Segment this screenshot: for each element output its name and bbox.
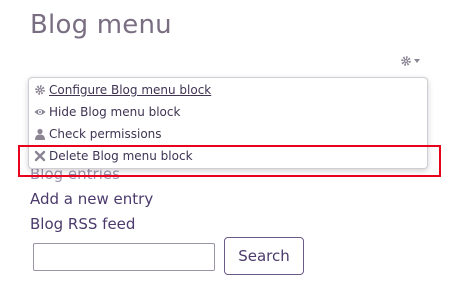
search-input[interactable]	[33, 243, 215, 271]
menu-item-label: Hide Blog menu block	[49, 105, 181, 119]
user-icon	[34, 128, 46, 140]
gear-icon	[34, 84, 46, 96]
blog-menu-links: Blog entries Add a new entry Blog RSS fe…	[30, 162, 153, 237]
menu-item-delete[interactable]: Delete Blog menu block	[34, 146, 193, 166]
add-new-entry-link[interactable]: Add a new entry	[30, 187, 153, 212]
menu-item-check-permissions[interactable]: Check permissions	[34, 124, 162, 144]
eye-icon	[34, 106, 46, 118]
menu-item-configure[interactable]: Configure Blog menu block	[34, 80, 211, 100]
search-button[interactable]: Search	[224, 237, 304, 275]
menu-item-hide[interactable]: Hide Blog menu block	[34, 102, 180, 122]
block-actions-dropdown: Configure Blog menu block Hide Blog menu…	[28, 77, 428, 169]
menu-item-label: Configure Blog menu block	[49, 83, 212, 97]
menu-item-label: Check permissions	[49, 127, 162, 141]
gear-icon	[400, 55, 412, 67]
block-actions-menu-toggle[interactable]	[400, 55, 420, 67]
block-title: Blog menu	[30, 10, 172, 40]
close-icon	[34, 150, 46, 162]
chevron-down-icon	[414, 59, 420, 63]
blog-rss-feed-link[interactable]: Blog RSS feed	[30, 212, 153, 237]
menu-item-label: Delete Blog menu block	[49, 149, 193, 163]
